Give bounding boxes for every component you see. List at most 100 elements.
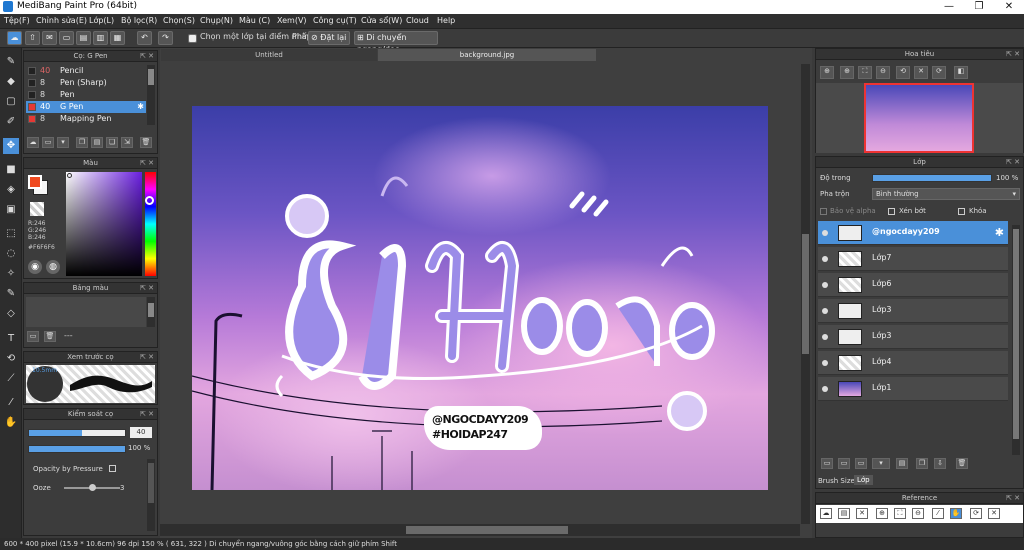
select-pen-tool-icon[interactable]: ✎ — [3, 286, 19, 302]
zoom-in-icon[interactable]: ⊕ — [876, 508, 888, 519]
add-palette-icon[interactable]: ▭ — [27, 331, 39, 342]
reset-view-icon[interactable]: ✕ — [988, 508, 1000, 519]
layer-folder-icon[interactable]: ▤ — [896, 458, 908, 469]
vertical-scrollbar[interactable] — [801, 64, 810, 524]
brush-list-scrollbar[interactable] — [147, 65, 155, 125]
brush-item[interactable]: 8 Pen — [26, 89, 146, 101]
flip-icon[interactable]: ◧ — [954, 66, 968, 79]
menu-view[interactable]: Xem(V) — [277, 16, 307, 25]
brush-item[interactable]: 8 Pen (Sharp) — [26, 77, 146, 89]
select-eraser-tool-icon[interactable]: ◇ — [3, 306, 19, 322]
menu-window[interactable]: Cửa sổ(W) — [361, 16, 402, 25]
brush-tool-icon[interactable]: ✎ — [3, 54, 19, 70]
duplicate-layer-icon[interactable]: ❐ — [916, 458, 928, 469]
visibility-eye-icon[interactable] — [822, 308, 828, 314]
menu-snap[interactable]: Chụp(N) — [200, 16, 233, 25]
navigator-preview-area[interactable] — [816, 83, 1023, 153]
layer-row[interactable]: Lớp1 — [818, 377, 1008, 401]
brush-size-value[interactable]: 40 — [130, 427, 152, 438]
gradient-tool-icon[interactable]: ▣ — [3, 202, 19, 218]
reset-view-icon[interactable]: ✕ — [914, 66, 928, 79]
rotate-right-icon[interactable]: ⟳ — [932, 66, 946, 79]
ooze-slider[interactable] — [64, 484, 120, 491]
save-icon[interactable]: ▥ — [93, 31, 108, 45]
color-mode-icon[interactable]: ◍ — [46, 260, 60, 274]
zoom-in-icon[interactable]: ⊕ — [820, 66, 834, 79]
eyedropper-tool-icon[interactable]: ⁄ — [3, 395, 19, 411]
add-brush-icon[interactable]: ▭ — [42, 137, 54, 148]
import-icon[interactable]: ⇲ — [121, 137, 133, 148]
layer-row[interactable]: Lớp7 — [818, 247, 1008, 271]
drawing-canvas[interactable]: @NGOCDAYY209 #HOIDAP247 — [192, 106, 768, 490]
scrollbar-thumb[interactable] — [148, 463, 154, 503]
grid-icon[interactable]: ▦ — [110, 31, 125, 45]
scrollbar-thumb[interactable] — [148, 303, 154, 317]
hand-tool-icon[interactable]: ✋ — [3, 415, 19, 431]
cloud-brush-icon[interactable]: ☁ — [27, 137, 39, 148]
eraser-tool-icon[interactable]: ◆ — [3, 74, 19, 90]
zoom-out-icon[interactable]: ⊖ — [912, 508, 924, 519]
panel-float-icon[interactable]: ⇱ ✕ — [1006, 493, 1020, 504]
protect-alpha-checkbox[interactable] — [820, 208, 827, 215]
merge-layer-icon[interactable]: ⇩ — [934, 458, 946, 469]
scrollbar-thumb[interactable] — [148, 69, 154, 85]
opacity-by-pressure-checkbox[interactable] — [109, 465, 116, 472]
horizontal-scrollbar[interactable] — [160, 524, 800, 536]
operation-tool-icon[interactable]: ⟲ — [3, 351, 19, 367]
layer-menu-icon[interactable]: ▾ — [872, 458, 890, 469]
lock-checkbox[interactable] — [958, 208, 965, 215]
folder-icon[interactable]: ▤ — [91, 137, 103, 148]
redo-icon[interactable]: ↷ — [158, 31, 173, 45]
comment-icon[interactable]: ✉ — [42, 31, 57, 45]
upload-icon[interactable]: ⇧ — [25, 31, 40, 45]
lasso-tool-icon[interactable]: ◌ — [3, 246, 19, 262]
text-tool-icon[interactable]: T — [3, 331, 19, 347]
saturation-value-picker[interactable] — [66, 172, 142, 276]
transparent-color-swatch[interactable] — [30, 202, 44, 216]
tab-layer[interactable]: Lớp — [854, 475, 873, 485]
menu-file[interactable]: Tệp(F) — [4, 16, 30, 25]
color-picker-cursor[interactable] — [67, 173, 72, 178]
visibility-eye-icon[interactable] — [822, 386, 828, 392]
close-button[interactable]: ✕ — [994, 0, 1024, 14]
trash-icon[interactable]: 🗑 — [140, 137, 152, 148]
panel-float-icon[interactable]: ⇱ ✕ — [140, 283, 154, 294]
navigator-thumbnail[interactable] — [864, 83, 974, 153]
layer-opacity-slider[interactable] — [872, 174, 992, 182]
select-tool-icon[interactable]: ⬚ — [3, 226, 19, 242]
tab-background[interactable]: background.jpg — [378, 49, 596, 61]
new-8bit-layer-icon[interactable]: ▭ — [855, 458, 867, 469]
zoom-out-icon[interactable]: ⊖ — [876, 66, 890, 79]
hand-icon[interactable]: ✋ — [950, 508, 962, 519]
open-folder-icon[interactable]: ▤ — [76, 31, 91, 45]
tab-untitled[interactable]: Untitled — [161, 49, 377, 61]
undo-icon[interactable]: ↶ — [137, 31, 152, 45]
duplicate-icon[interactable]: ❏ — [106, 137, 118, 148]
rect-select-tool-icon[interactable]: ▢ — [3, 94, 19, 110]
brush-size-slider[interactable] — [28, 429, 126, 437]
layer-list-scrollbar[interactable] — [1012, 225, 1020, 455]
panel-float-icon[interactable]: ⇱ ✕ — [1006, 49, 1020, 60]
close-icon[interactable]: ✕ — [856, 508, 868, 519]
visibility-eye-icon[interactable] — [822, 360, 828, 366]
menu-cloud[interactable]: Cloud — [406, 16, 429, 25]
panel-float-icon[interactable]: ⇱ ✕ — [1006, 157, 1020, 168]
brush-item[interactable]: 8 Mapping Pen — [26, 113, 146, 125]
new-file-icon[interactable]: ▭ — [59, 31, 74, 45]
layer-row-selected[interactable]: @ngocdayy209 ✱ — [818, 221, 1008, 245]
menu-filter[interactable]: Bộ lọc(R) — [121, 16, 157, 25]
zoom-in-alt-icon[interactable]: ⊕ — [840, 66, 854, 79]
pen-tool-icon[interactable]: ✐ — [3, 114, 19, 130]
trash-icon[interactable]: 🗑 — [44, 331, 56, 342]
panel-float-icon[interactable]: ⇱ ✕ — [140, 51, 154, 62]
scrollbar-thumb[interactable] — [406, 526, 568, 534]
menu-edit[interactable]: Chỉnh sửa(E) — [36, 16, 87, 25]
layer-row[interactable]: Lớp4 — [818, 351, 1008, 375]
blend-mode-select[interactable]: Bình thường ▾ — [872, 188, 1020, 200]
control-scrollbar[interactable] — [147, 459, 155, 531]
layer-settings-gear-icon[interactable]: ✱ — [995, 226, 1004, 239]
layer-row[interactable]: Lớp6 — [818, 273, 1008, 297]
cloud-icon[interactable]: ☁ — [7, 31, 22, 45]
brush-menu-icon[interactable]: ▾ — [57, 137, 69, 148]
palette-scrollbar[interactable] — [147, 297, 155, 327]
